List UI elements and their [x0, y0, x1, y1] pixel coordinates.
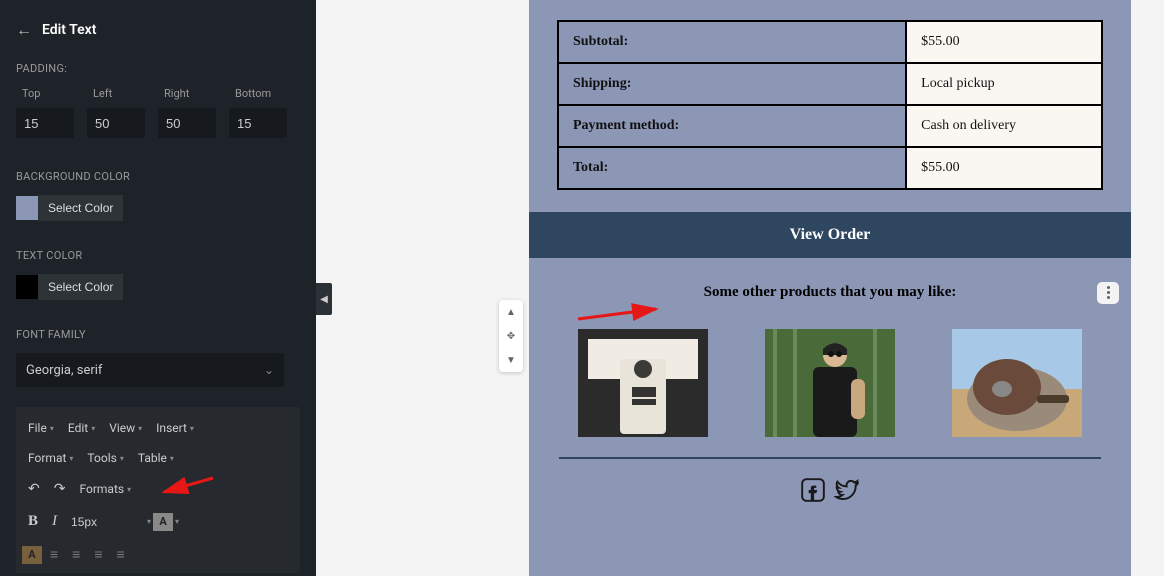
menu-file[interactable]: File▾: [22, 417, 60, 439]
align-center-icon[interactable]: ≡: [66, 542, 86, 567]
undo-icon[interactable]: ↶: [22, 477, 46, 501]
facebook-icon[interactable]: [800, 477, 826, 503]
block-options-button[interactable]: [1097, 282, 1119, 304]
move-down-button[interactable]: ▼: [499, 348, 523, 372]
menu-insert[interactable]: Insert▾: [150, 417, 200, 439]
highlight-a-button[interactable]: A: [22, 546, 42, 564]
twitter-icon[interactable]: [834, 477, 860, 503]
chevron-left-icon: ◀: [320, 294, 328, 305]
menu-view[interactable]: View▾: [103, 417, 148, 439]
redo-icon[interactable]: ↷: [48, 477, 72, 501]
padding-label: PADDING:: [16, 62, 300, 75]
italic-button[interactable]: I: [46, 509, 63, 534]
sidebar-collapse-tab[interactable]: ◀: [316, 283, 332, 315]
chevron-down-icon: ⌄: [264, 363, 274, 377]
pad-right-label: Right: [158, 87, 229, 100]
menu-tools[interactable]: Tools▾: [81, 447, 129, 469]
pad-bottom-input[interactable]: [229, 108, 287, 138]
pad-right-input[interactable]: [158, 108, 216, 138]
menu-format[interactable]: Format▾: [22, 447, 79, 469]
textcolor-swatch: [16, 275, 38, 299]
textcolor-button[interactable]: Select Color: [38, 274, 123, 300]
block-reorder-controls: ▲ ✥ ▼: [499, 300, 523, 372]
bgcolor-button[interactable]: Select Color: [38, 195, 123, 221]
fontfamily-select[interactable]: Georgia, serif ⌄: [16, 353, 284, 387]
menu-table[interactable]: Table▾: [132, 447, 180, 469]
menu-edit[interactable]: Edit▾: [62, 417, 101, 439]
product-thumbnail[interactable]: [765, 329, 895, 437]
fontsize-chev[interactable]: ▾: [147, 517, 151, 526]
fontfamily-value: Georgia, serif: [26, 363, 102, 378]
formats-dropdown[interactable]: Formats▾: [73, 478, 137, 500]
pad-bottom-label: Bottom: [229, 87, 300, 100]
back-arrow-icon[interactable]: ←: [16, 20, 32, 40]
product-thumbnail[interactable]: [578, 329, 708, 437]
fontsize-input[interactable]: [65, 511, 145, 533]
bgcolor-swatch: [16, 196, 38, 220]
product-thumbnail[interactable]: [952, 329, 1082, 437]
order-summary-table: Subtotal:$55.00 Shipping:Local pickup Pa…: [557, 20, 1103, 190]
align-left-icon[interactable]: ≡: [44, 542, 64, 567]
fontfamily-label: FONT FAMILY: [16, 328, 300, 341]
suggested-products-heading[interactable]: Some other products that you may like:: [529, 268, 1131, 317]
move-up-button[interactable]: ▲: [499, 300, 523, 324]
pad-top-label: Top: [16, 87, 87, 100]
bold-button[interactable]: B: [22, 509, 44, 534]
pad-left-label: Left: [87, 87, 158, 100]
text-color-chev[interactable]: ▾: [175, 517, 179, 526]
pad-left-input[interactable]: [87, 108, 145, 138]
panel-title: Edit Text: [42, 22, 96, 38]
align-justify-icon[interactable]: ≡: [111, 542, 131, 567]
text-color-a-button[interactable]: A: [153, 513, 173, 531]
table-row: Shipping:Local pickup: [558, 63, 1102, 105]
email-preview: ▲ ✥ ▼ Subtotal:$55.00 Shipping:Local pic…: [529, 0, 1131, 576]
table-row: Subtotal:$55.00: [558, 21, 1102, 63]
table-row: Payment method:Cash on delivery: [558, 105, 1102, 147]
table-row: Total:$55.00: [558, 147, 1102, 189]
rich-text-toolbar: File▾ Edit▾ View▾ Insert▾ Format▾ Tools▾…: [16, 407, 300, 573]
pad-top-input[interactable]: [16, 108, 74, 138]
move-handle-icon[interactable]: ✥: [499, 324, 523, 348]
bgcolor-label: BACKGROUND COLOR: [16, 170, 300, 183]
align-right-icon[interactable]: ≡: [88, 542, 108, 567]
textcolor-label: TEXT COLOR: [16, 249, 300, 262]
view-order-button[interactable]: View Order: [529, 212, 1131, 258]
